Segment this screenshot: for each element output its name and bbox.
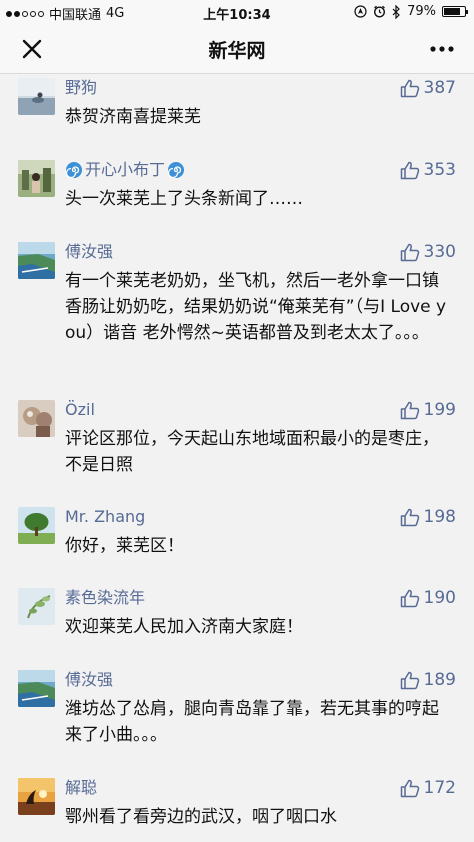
status-right: 79% <box>354 4 468 19</box>
status-bar: 中国联通 4G 上午10:34 79% <box>0 0 474 24</box>
comment-username[interactable]: Özil <box>65 400 95 420</box>
thumbs-up-icon <box>400 401 419 419</box>
avatar[interactable] <box>18 78 55 115</box>
comment-text: 有一个莱芜老奶奶，坐飞机，然后一老外拿一口镇香肠让奶奶吃，结果奶奶说“俺莱芜有”… <box>65 271 447 343</box>
comment-text: 恭贺济南喜提莱芜 <box>65 107 201 127</box>
nav-bar: 新华网 <box>0 24 474 74</box>
comment-username[interactable]: 解聪 <box>65 778 97 798</box>
like-count: 189 <box>423 670 456 690</box>
like-button[interactable]: 330 <box>400 242 456 262</box>
comment-text: 潍坊怂了怂肩，腿向青岛靠了靠，若无其事的哼起来了小曲。。。 <box>65 699 439 745</box>
avatar[interactable] <box>18 778 55 815</box>
like-count: 387 <box>423 78 456 98</box>
like-count: 199 <box>423 400 456 420</box>
bluetooth-icon <box>392 4 400 19</box>
comment-username[interactable]: Mr. Zhang <box>65 507 145 527</box>
comment-text: 鄂州看了看旁边的武汉，咽了咽口水 <box>65 807 337 827</box>
avatar[interactable] <box>18 400 55 437</box>
battery-fill <box>444 8 460 15</box>
like-button[interactable]: 172 <box>400 778 456 798</box>
avatar[interactable] <box>18 242 55 279</box>
thumbs-up-icon <box>400 671 419 689</box>
alarm-icon <box>374 5 386 18</box>
comment-username[interactable]: 野狗 <box>65 78 97 98</box>
like-count: 330 <box>423 242 456 262</box>
thumbs-up-icon <box>400 779 419 797</box>
comment-text: 你好，莱芜区！ <box>65 536 184 556</box>
like-button[interactable]: 189 <box>400 670 456 690</box>
thumbs-up-icon <box>400 508 419 526</box>
thumbs-up-icon <box>400 243 419 261</box>
battery-icon <box>442 6 468 17</box>
username-text: 开心小布丁 <box>85 160 166 179</box>
location-icon <box>354 5 367 18</box>
avatar[interactable] <box>18 160 55 197</box>
comment-username[interactable]: 傅汝强 <box>65 670 113 690</box>
like-count: 172 <box>423 778 456 798</box>
username-text: Özil <box>65 400 95 419</box>
like-button[interactable]: 198 <box>400 507 456 527</box>
like-button[interactable]: 387 <box>400 78 456 98</box>
username-text: Mr. Zhang <box>65 507 146 526</box>
username-text: 野狗 <box>65 78 98 97</box>
like-button[interactable]: 190 <box>400 588 456 608</box>
comment-username[interactable]: 傅汝强 <box>65 242 113 262</box>
like-button[interactable]: 199 <box>400 400 456 420</box>
username-text: 解聪 <box>65 778 98 797</box>
page-title: 新华网 <box>208 40 266 62</box>
username-text: 傅汝强 <box>65 670 114 689</box>
avatar[interactable] <box>18 588 55 625</box>
comment-text: 欢迎莱芜人民加入济南大家庭！ <box>65 617 303 637</box>
thumbs-up-icon <box>400 161 419 179</box>
swirl-emoji-icon <box>167 162 185 179</box>
battery-percent: 79% <box>407 4 436 19</box>
username-text: 素色染流年 <box>65 588 146 607</box>
thumbs-up-icon <box>400 79 419 97</box>
comment-text: 评论区那位，今天起山东地域面积最小的是枣庄，不是日照 <box>65 429 439 475</box>
avatar[interactable] <box>18 507 55 544</box>
more-options-icon[interactable] <box>428 37 456 61</box>
like-count: 190 <box>423 588 456 608</box>
swirl-emoji-icon <box>65 162 82 179</box>
thumbs-up-icon <box>400 589 419 607</box>
username-text: 傅汝强 <box>65 242 114 261</box>
comment-username[interactable]: 开心小布丁 <box>65 160 185 180</box>
comment-username[interactable]: 素色染流年 <box>65 588 145 608</box>
like-count: 198 <box>423 507 456 527</box>
like-count: 353 <box>423 160 456 180</box>
comment-text: 头一次莱芜上了头条新闻了…… <box>65 189 303 209</box>
avatar[interactable] <box>18 670 55 707</box>
like-button[interactable]: 353 <box>400 160 456 180</box>
